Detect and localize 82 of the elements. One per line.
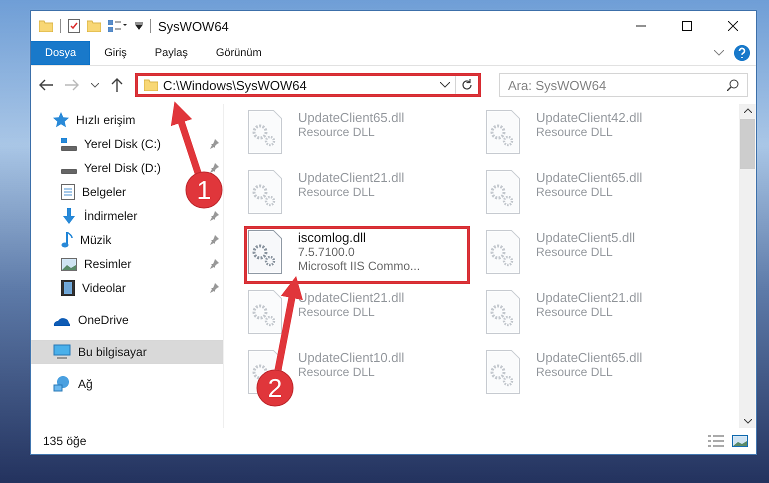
gear-file-icon [486, 110, 520, 154]
file-detail: Resource DLL [298, 185, 376, 199]
search-icon [727, 79, 739, 91]
address-path: C:\Windows\SysWOW64 [163, 78, 308, 92]
search-field[interactable]: Ara: SysWOW64 [499, 73, 748, 97]
chevron-down-icon[interactable] [440, 82, 450, 88]
maximize-icon[interactable] [682, 21, 692, 31]
details-view-icon[interactable] [708, 435, 724, 447]
dropdown-icon[interactable] [135, 22, 143, 30]
file-detail: Resource DLL [536, 245, 614, 259]
music-note-icon [61, 232, 73, 248]
gear-file-icon [486, 170, 520, 214]
annotation-number: 2 [268, 373, 282, 403]
file-detail: Resource DLL [536, 305, 614, 319]
monitor-icon [53, 344, 71, 360]
properties-icon[interactable] [68, 19, 80, 33]
film-icon [61, 280, 75, 296]
sidebar-item[interactable]: Yerel Disk (D:) [84, 161, 161, 175]
pin-icon[interactable] [209, 163, 219, 173]
pin-icon[interactable] [209, 235, 219, 245]
file-detail: Resource DLL [536, 125, 614, 139]
star-icon [53, 112, 69, 128]
sidebar-item[interactable]: Bu bilgisayar [31, 340, 223, 364]
help-icon[interactable] [734, 45, 750, 61]
gear-file-icon [248, 230, 282, 274]
file-detail: Resource DLL [536, 365, 614, 379]
sidebar-item[interactable]: İndirmeler [84, 209, 138, 223]
sidebar-item[interactable]: Resimler [84, 257, 132, 271]
pin-icon[interactable] [209, 139, 219, 149]
sidebar-item[interactable]: Belgeler [82, 185, 126, 199]
close-icon[interactable] [728, 21, 738, 31]
pin-icon[interactable] [209, 259, 219, 269]
sidebar-item[interactable]: Müzik [80, 233, 112, 247]
ribbon-tab[interactable]: Dosya [31, 41, 90, 65]
address-bar[interactable]: C:\Windows\SysWOW64 [135, 73, 481, 97]
scroll-down-icon[interactable] [744, 419, 752, 424]
ribbon-tab[interactable]: Giriş [90, 41, 141, 65]
gear-file-icon [486, 290, 520, 334]
file-detail: Resource DLL [298, 125, 376, 139]
ribbon-tab[interactable]: Görünüm [202, 41, 276, 65]
window-title: SysWOW64 [158, 18, 229, 34]
file-name[interactable]: iscomlog.dll [298, 230, 420, 245]
document-icon [61, 184, 75, 200]
gear-file-icon [248, 290, 282, 334]
drive-icon [61, 168, 77, 174]
download-arrow-icon [61, 208, 77, 224]
file-detail: Resource DLL [298, 305, 376, 319]
sidebar-label: Bu bilgisayar [78, 345, 147, 359]
back-arrow-icon[interactable] [39, 79, 53, 91]
scroll-up-icon[interactable] [744, 108, 752, 113]
up-arrow-icon[interactable] [111, 78, 123, 92]
picture-icon [61, 258, 77, 270]
file-detail: Microsoft IIS Commo... [298, 259, 420, 273]
gear-file-icon [248, 110, 282, 154]
sidebar-item[interactable]: Hızlı erişim [31, 108, 223, 132]
drive-icon [61, 138, 77, 150]
sidebar-label: OneDrive [78, 313, 129, 327]
folder-icon [144, 79, 158, 91]
pin-icon[interactable] [209, 211, 219, 221]
item-count: 135 öğe [43, 434, 86, 448]
sidebar-item[interactable]: Ağ [31, 372, 223, 396]
gear-file-icon [248, 170, 282, 214]
scrollbar-thumb[interactable] [740, 119, 755, 169]
large-icons-view-icon[interactable] [732, 435, 748, 447]
pin-icon[interactable] [209, 283, 219, 293]
ribbon-tab[interactable]: Paylaş [140, 41, 202, 65]
gear-file-icon [486, 230, 520, 274]
view-options-icon[interactable] [108, 20, 128, 32]
sidebar-item[interactable]: OneDrive [31, 308, 223, 332]
file-detail: Resource DLL [298, 365, 376, 379]
chevron-down-icon[interactable] [91, 82, 99, 88]
file-detail: Resource DLL [536, 185, 614, 199]
gear-file-icon [486, 350, 520, 394]
sidebar-item[interactable]: Yerel Disk (C:) [84, 137, 161, 151]
sidebar-item[interactable]: Videolar [82, 281, 126, 295]
sidebar-label: Hızlı erişim [76, 113, 136, 127]
highlighted-file-item[interactable]: iscomlog.dll 7.5.7100.0 Microsoft IIS Commo... [244, 226, 470, 284]
annotation-number: 1 [196, 175, 212, 205]
network-icon [53, 376, 71, 392]
sidebar-label: Ağ [78, 377, 93, 391]
file-detail: 7.5.7100.0 [298, 245, 356, 259]
scrollbar[interactable] [739, 104, 756, 428]
